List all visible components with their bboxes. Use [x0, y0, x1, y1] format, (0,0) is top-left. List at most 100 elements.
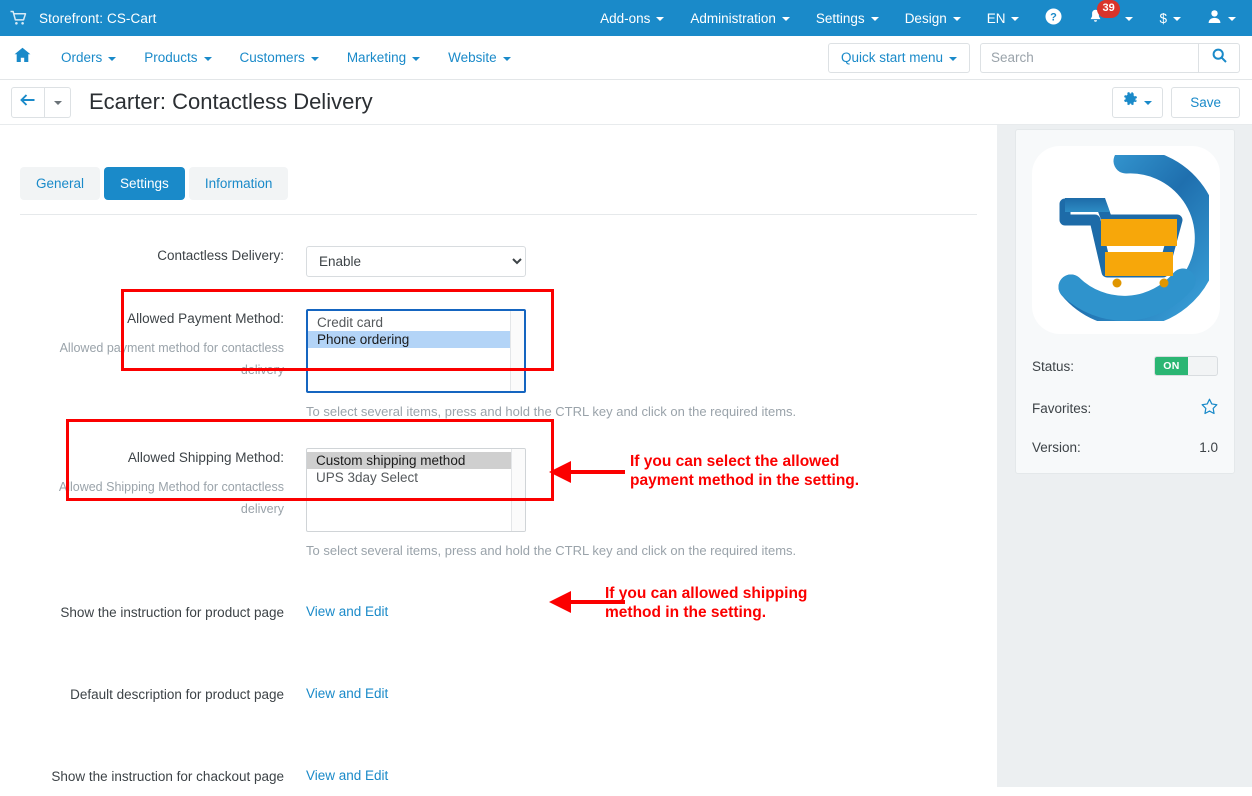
nav-item-website[interactable]: Website — [434, 36, 525, 80]
payment-helper-text: To select several items, press and hold … — [306, 404, 797, 419]
shipping-helper-text: To select several items, press and hold … — [306, 543, 797, 558]
settings-form: Contactless Delivery: Enable Disable All… — [0, 246, 997, 786]
form-row-instruction-checkout-page: Show the instruction for chackout page V… — [20, 767, 977, 786]
allowed-shipping-method-label-block: Allowed Shipping Method: Allowed Shippin… — [20, 448, 306, 520]
default-description-product-page-label: Default description for product page — [70, 687, 284, 702]
topbar-menu-administration[interactable]: Administration — [677, 0, 803, 36]
chevron-down-icon — [781, 17, 790, 21]
nav-item-website-label: Website — [448, 50, 497, 65]
allowed-payment-method-control: Credit card Phone ordering To select sev… — [306, 309, 977, 419]
tabs-divider — [20, 214, 977, 215]
quick-start-menu-button[interactable]: Quick start menu — [827, 42, 970, 73]
nav-item-marketing[interactable]: Marketing — [333, 36, 434, 80]
allowed-payment-method-listbox[interactable]: Credit card Phone ordering — [306, 309, 526, 393]
nav-item-products[interactable]: Products — [130, 36, 225, 80]
view-and-edit-link-instruction-checkout-page[interactable]: View and Edit — [306, 768, 388, 783]
topbar-language-label: EN — [986, 10, 1006, 26]
svg-text:?: ? — [1051, 11, 1058, 23]
chevron-down-icon — [870, 17, 879, 21]
search-group — [980, 42, 1240, 73]
chevron-down-icon — [502, 56, 511, 61]
payment-option-phone-ordering[interactable]: Phone ordering — [308, 331, 524, 348]
cart-icon — [10, 10, 27, 26]
allowed-payment-method-hint: Allowed payment method for contactless d… — [59, 341, 284, 377]
allowed-payment-method-label-block: Allowed Payment Method: Allowed payment … — [20, 309, 306, 381]
account-menu[interactable] — [1194, 0, 1252, 36]
annotation-text-payment: If you can select the allowed payment me… — [630, 453, 860, 489]
contactless-delivery-label: Contactless Delivery: — [157, 248, 284, 263]
sidebar-column: Status: ON Favorites: Version: 1.0 — [997, 125, 1252, 787]
tab-information[interactable]: Information — [188, 167, 289, 200]
home-icon — [14, 47, 31, 68]
currency-label: $ — [1159, 10, 1167, 26]
instruction-checkout-page-control: View and Edit — [306, 767, 977, 785]
help-button[interactable]: ? — [1032, 0, 1075, 36]
topbar-language-selector[interactable]: EN — [974, 0, 1033, 36]
topbar-menu-administration-label: Administration — [690, 10, 776, 26]
chevron-down-icon — [1144, 101, 1153, 105]
addon-logo — [1032, 146, 1220, 334]
star-outline-icon[interactable] — [1201, 398, 1218, 418]
status-label: Status: — [1032, 358, 1075, 374]
nav-item-customers[interactable]: Customers — [226, 36, 333, 80]
tab-general[interactable]: General — [20, 167, 101, 200]
nav-home-button[interactable] — [0, 47, 47, 68]
tab-bar: General Settings Information — [0, 125, 997, 200]
addon-info-panel: Status: ON Favorites: Version: 1.0 — [1015, 129, 1235, 474]
back-button-group — [11, 86, 71, 118]
page-title: Ecarter: Contactless Delivery — [89, 89, 373, 114]
topbar-menu-settings-label: Settings — [815, 10, 865, 26]
help-circle-icon: ? — [1045, 8, 1062, 28]
view-and-edit-link-instruction-product-page[interactable]: View and Edit — [306, 604, 388, 619]
notifications-button[interactable]: 39 — [1075, 0, 1146, 36]
back-dropdown-button[interactable] — [45, 86, 71, 118]
settings-gear-button[interactable] — [1112, 86, 1164, 118]
nav-item-orders[interactable]: Orders — [47, 36, 130, 80]
search-button[interactable] — [1198, 42, 1240, 73]
user-icon — [1207, 9, 1222, 27]
favorites-row: Favorites: — [1032, 398, 1218, 418]
search-input[interactable] — [980, 42, 1198, 73]
settings-card: General Settings Information Contactless… — [0, 125, 997, 787]
storefront-label: Storefront: CS-Cart — [39, 10, 157, 26]
version-row: Version: 1.0 — [1032, 440, 1218, 455]
favorites-label: Favorites: — [1032, 400, 1092, 416]
back-button[interactable] — [11, 86, 45, 118]
status-toggle[interactable]: ON — [1154, 356, 1218, 376]
chevron-down-icon — [53, 101, 62, 105]
allowed-shipping-method-listbox[interactable]: Custom shipping method UPS 3day Select — [306, 448, 526, 532]
arrow-left-icon — [20, 93, 36, 112]
shipping-option-custom-shipping-method[interactable]: Custom shipping method — [307, 452, 525, 469]
chevron-down-icon — [952, 17, 961, 21]
notifications-badge: 39 — [1097, 0, 1120, 18]
instruction-product-page-label: Show the instruction for product page — [60, 605, 284, 620]
view-and-edit-link-default-description-product-page[interactable]: View and Edit — [306, 686, 388, 701]
nav-item-products-label: Products — [144, 50, 198, 65]
allowed-shipping-method-hint: Allowed Shipping Method for contactless … — [58, 480, 284, 516]
shipping-listbox-scrollbar[interactable] — [511, 449, 525, 531]
shipping-option-ups-3day-select[interactable]: UPS 3day Select — [307, 469, 525, 486]
chevron-down-icon — [656, 17, 665, 21]
payment-listbox-scrollbar[interactable] — [510, 311, 524, 391]
status-row: Status: ON — [1032, 356, 1218, 376]
currency-selector[interactable]: $ — [1146, 0, 1194, 36]
chevron-down-icon — [949, 56, 957, 61]
form-row-allowed-payment-method: Allowed Payment Method: Allowed payment … — [20, 309, 977, 419]
contactless-delivery-select[interactable]: Enable Disable — [306, 246, 526, 277]
chevron-down-icon — [1011, 17, 1020, 21]
title-bar-actions: Save — [1112, 86, 1240, 118]
topbar-menu-addons[interactable]: Add-ons — [587, 0, 677, 36]
page-body: General Settings Information Contactless… — [0, 125, 1252, 787]
topbar-menu-design[interactable]: Design — [892, 0, 974, 36]
payment-option-credit-card[interactable]: Credit card — [308, 314, 524, 331]
tab-settings[interactable]: Settings — [104, 167, 185, 200]
topbar-menu-settings[interactable]: Settings — [803, 0, 892, 36]
chevron-down-icon — [412, 56, 421, 61]
chevron-down-icon — [203, 56, 212, 61]
chevron-down-icon — [1125, 17, 1134, 21]
topbar-menu-addons-label: Add-ons — [600, 10, 651, 26]
form-row-contactless-delivery: Contactless Delivery: Enable Disable — [20, 246, 977, 277]
save-button[interactable]: Save — [1171, 86, 1240, 118]
version-value: 1.0 — [1199, 440, 1218, 455]
chevron-down-icon — [1173, 17, 1181, 21]
